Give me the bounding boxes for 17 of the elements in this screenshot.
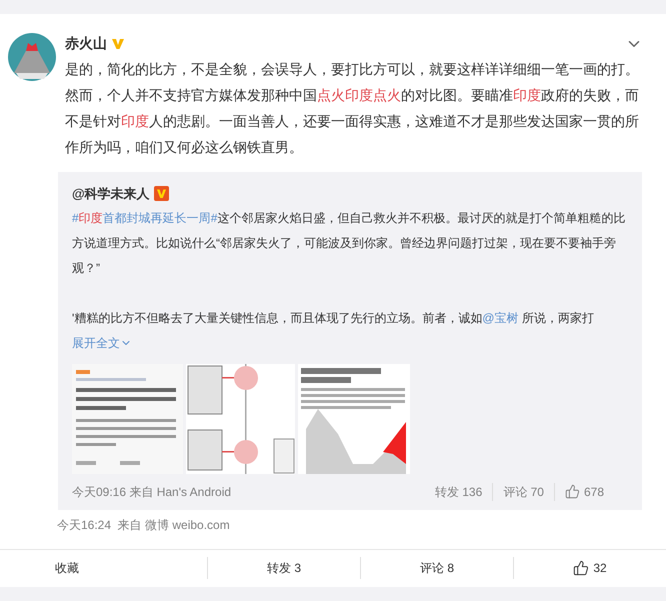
like-button[interactable]: 678 <box>564 482 604 500</box>
action-button[interactable]: 转发 3 <box>266 559 301 577</box>
author-name[interactable]: 赤火山 <box>65 33 107 54</box>
repost-author[interactable]: @科学未来人 <box>72 184 150 204</box>
action-button[interactable]: 转发 136 <box>434 482 482 500</box>
repost-text: #印度首都封城再延长一周#这个邻居家火焰日盛，但自己救火并不积极。最讨厌的就是打个简单粗糙的比方说道理方式。比如说什么“邻居家失火了，可能波及到你家。曾经边界问题打过架，现在要不要袖手旁观？” <box>72 210 626 276</box>
thumbs-up-icon <box>564 484 580 499</box>
thumbs-up-icon <box>573 560 590 576</box>
repost-time: 今天09:16 来自 Han's Android <box>72 484 232 500</box>
like-button[interactable]: 32 <box>573 559 607 577</box>
post-text: 是的，简化的比方，不是全貌，会误导人，要打比方可以，就要这样详详细细一笔一画的打。然而，个人并不支持官方媒体发那种中国点火印度点火的对比图。要瞄准印度政府的失败，而不是针对印度人的悲剧。一面当善人，还要一面得实惠，这难道不才是那些发达国家一贯的所作所为吗，咱们又何必这么钢铁直男。 <box>65 60 640 157</box>
action-button[interactable]: 评论 70 <box>503 482 544 500</box>
repost-text: '糟糕的比方不但略去了大量关键性信息，而且体现了先行的立场。前者，诚如@宝树 所说，两家打 展开全文 <box>72 310 595 352</box>
volcano-avatar-icon[interactable] <box>8 33 56 81</box>
action-button[interactable]: 收藏 <box>55 559 79 577</box>
post-time: 今天16:24 来自 微博 weibo.com <box>57 516 231 534</box>
action-button[interactable]: 评论 8 <box>420 559 454 577</box>
